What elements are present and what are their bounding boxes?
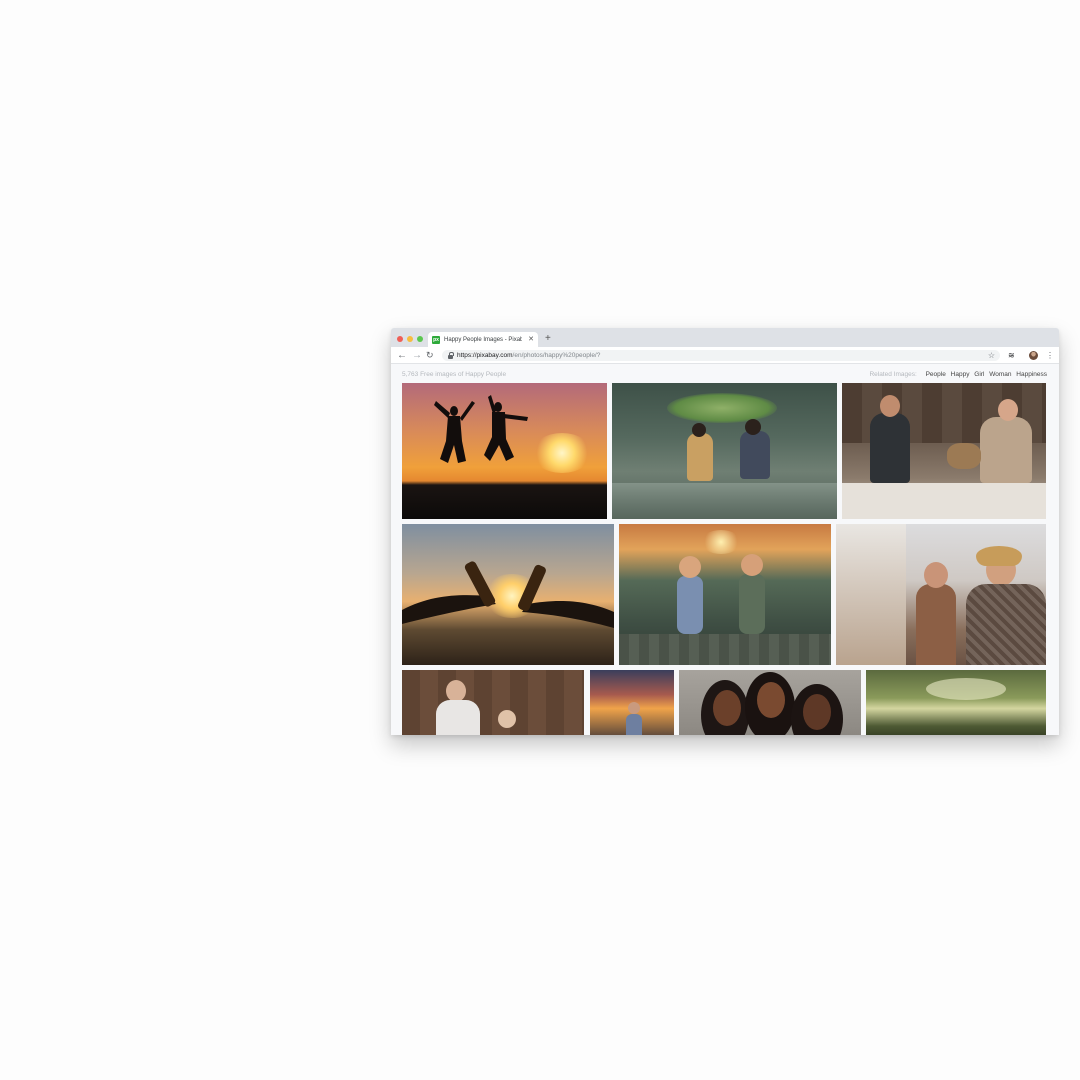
extension-icon[interactable]: ≋ bbox=[1008, 351, 1015, 360]
tab-title: Happy People Images - Pixabay bbox=[444, 337, 522, 343]
close-window-button[interactable] bbox=[397, 336, 403, 342]
photo-jumping-silhouettes-sunset[interactable] bbox=[402, 383, 607, 519]
related-tag-people[interactable]: People bbox=[926, 371, 946, 378]
bookmark-star-icon[interactable]: ☆ bbox=[988, 350, 995, 361]
related-images: Related Images: People Happy Girl Woman … bbox=[869, 370, 1047, 379]
related-images-label: Related Images: bbox=[869, 371, 917, 378]
photo-children-leaf-umbrella-rain[interactable] bbox=[612, 383, 837, 519]
photo-bottles-toast-sunset[interactable] bbox=[402, 524, 614, 665]
forward-arrow-icon[interactable]: → bbox=[412, 349, 422, 362]
maximize-window-button[interactable] bbox=[417, 336, 423, 342]
result-count: 5,763 Free images of Happy People bbox=[402, 371, 507, 378]
back-arrow-icon[interactable]: ← bbox=[397, 349, 407, 362]
tab-close-icon[interactable]: ✕ bbox=[528, 335, 534, 345]
minimize-window-button[interactable] bbox=[407, 336, 413, 342]
profile-avatar[interactable] bbox=[1029, 351, 1038, 360]
related-tag-woman[interactable]: Woman bbox=[989, 371, 1011, 378]
address-bar[interactable]: https://pixabay.com/en/photos/happy%20pe… bbox=[442, 350, 1000, 361]
related-tag-happy[interactable]: Happy bbox=[951, 371, 970, 378]
browser-window: px Happy People Images - Pixabay ✕ + ← →… bbox=[391, 328, 1059, 735]
photo-landscape-clouds[interactable] bbox=[866, 670, 1046, 735]
browser-menu-icon[interactable]: ⋮ bbox=[1046, 350, 1054, 361]
pixabay-favicon-icon: px bbox=[432, 336, 440, 344]
browser-tab-active[interactable]: px Happy People Images - Pixabay ✕ bbox=[428, 332, 538, 348]
photo-three-smiling-women[interactable] bbox=[679, 670, 861, 735]
tab-bar: px Happy People Images - Pixabay ✕ + bbox=[391, 328, 1059, 348]
related-tag-girl[interactable]: Girl bbox=[974, 371, 984, 378]
url-text[interactable]: https://pixabay.com/en/photos/happy%20pe… bbox=[457, 350, 600, 361]
photo-toddlers-holding-hands[interactable] bbox=[619, 524, 831, 665]
url-path: /en/photos/happy%20people/? bbox=[512, 352, 601, 359]
photo-mother-and-baby-wood-wall[interactable] bbox=[402, 670, 584, 735]
lock-icon bbox=[448, 352, 454, 359]
browser-toolbar: ← → ↻ https://pixabay.com/en/photos/happ… bbox=[391, 347, 1059, 364]
new-tab-button[interactable]: + bbox=[545, 333, 551, 345]
reload-icon[interactable]: ↻ bbox=[426, 349, 434, 362]
url-host: https://pixabay.com bbox=[457, 352, 513, 359]
page-content: 5,763 Free images of Happy People Relate… bbox=[391, 365, 1059, 735]
photo-couple-with-dog-on-couch[interactable] bbox=[842, 383, 1046, 519]
related-tag-happiness[interactable]: Happiness bbox=[1016, 371, 1047, 378]
photo-child-at-sunset[interactable] bbox=[590, 670, 674, 735]
photo-women-laughing-outdoors[interactable] bbox=[836, 524, 1046, 665]
